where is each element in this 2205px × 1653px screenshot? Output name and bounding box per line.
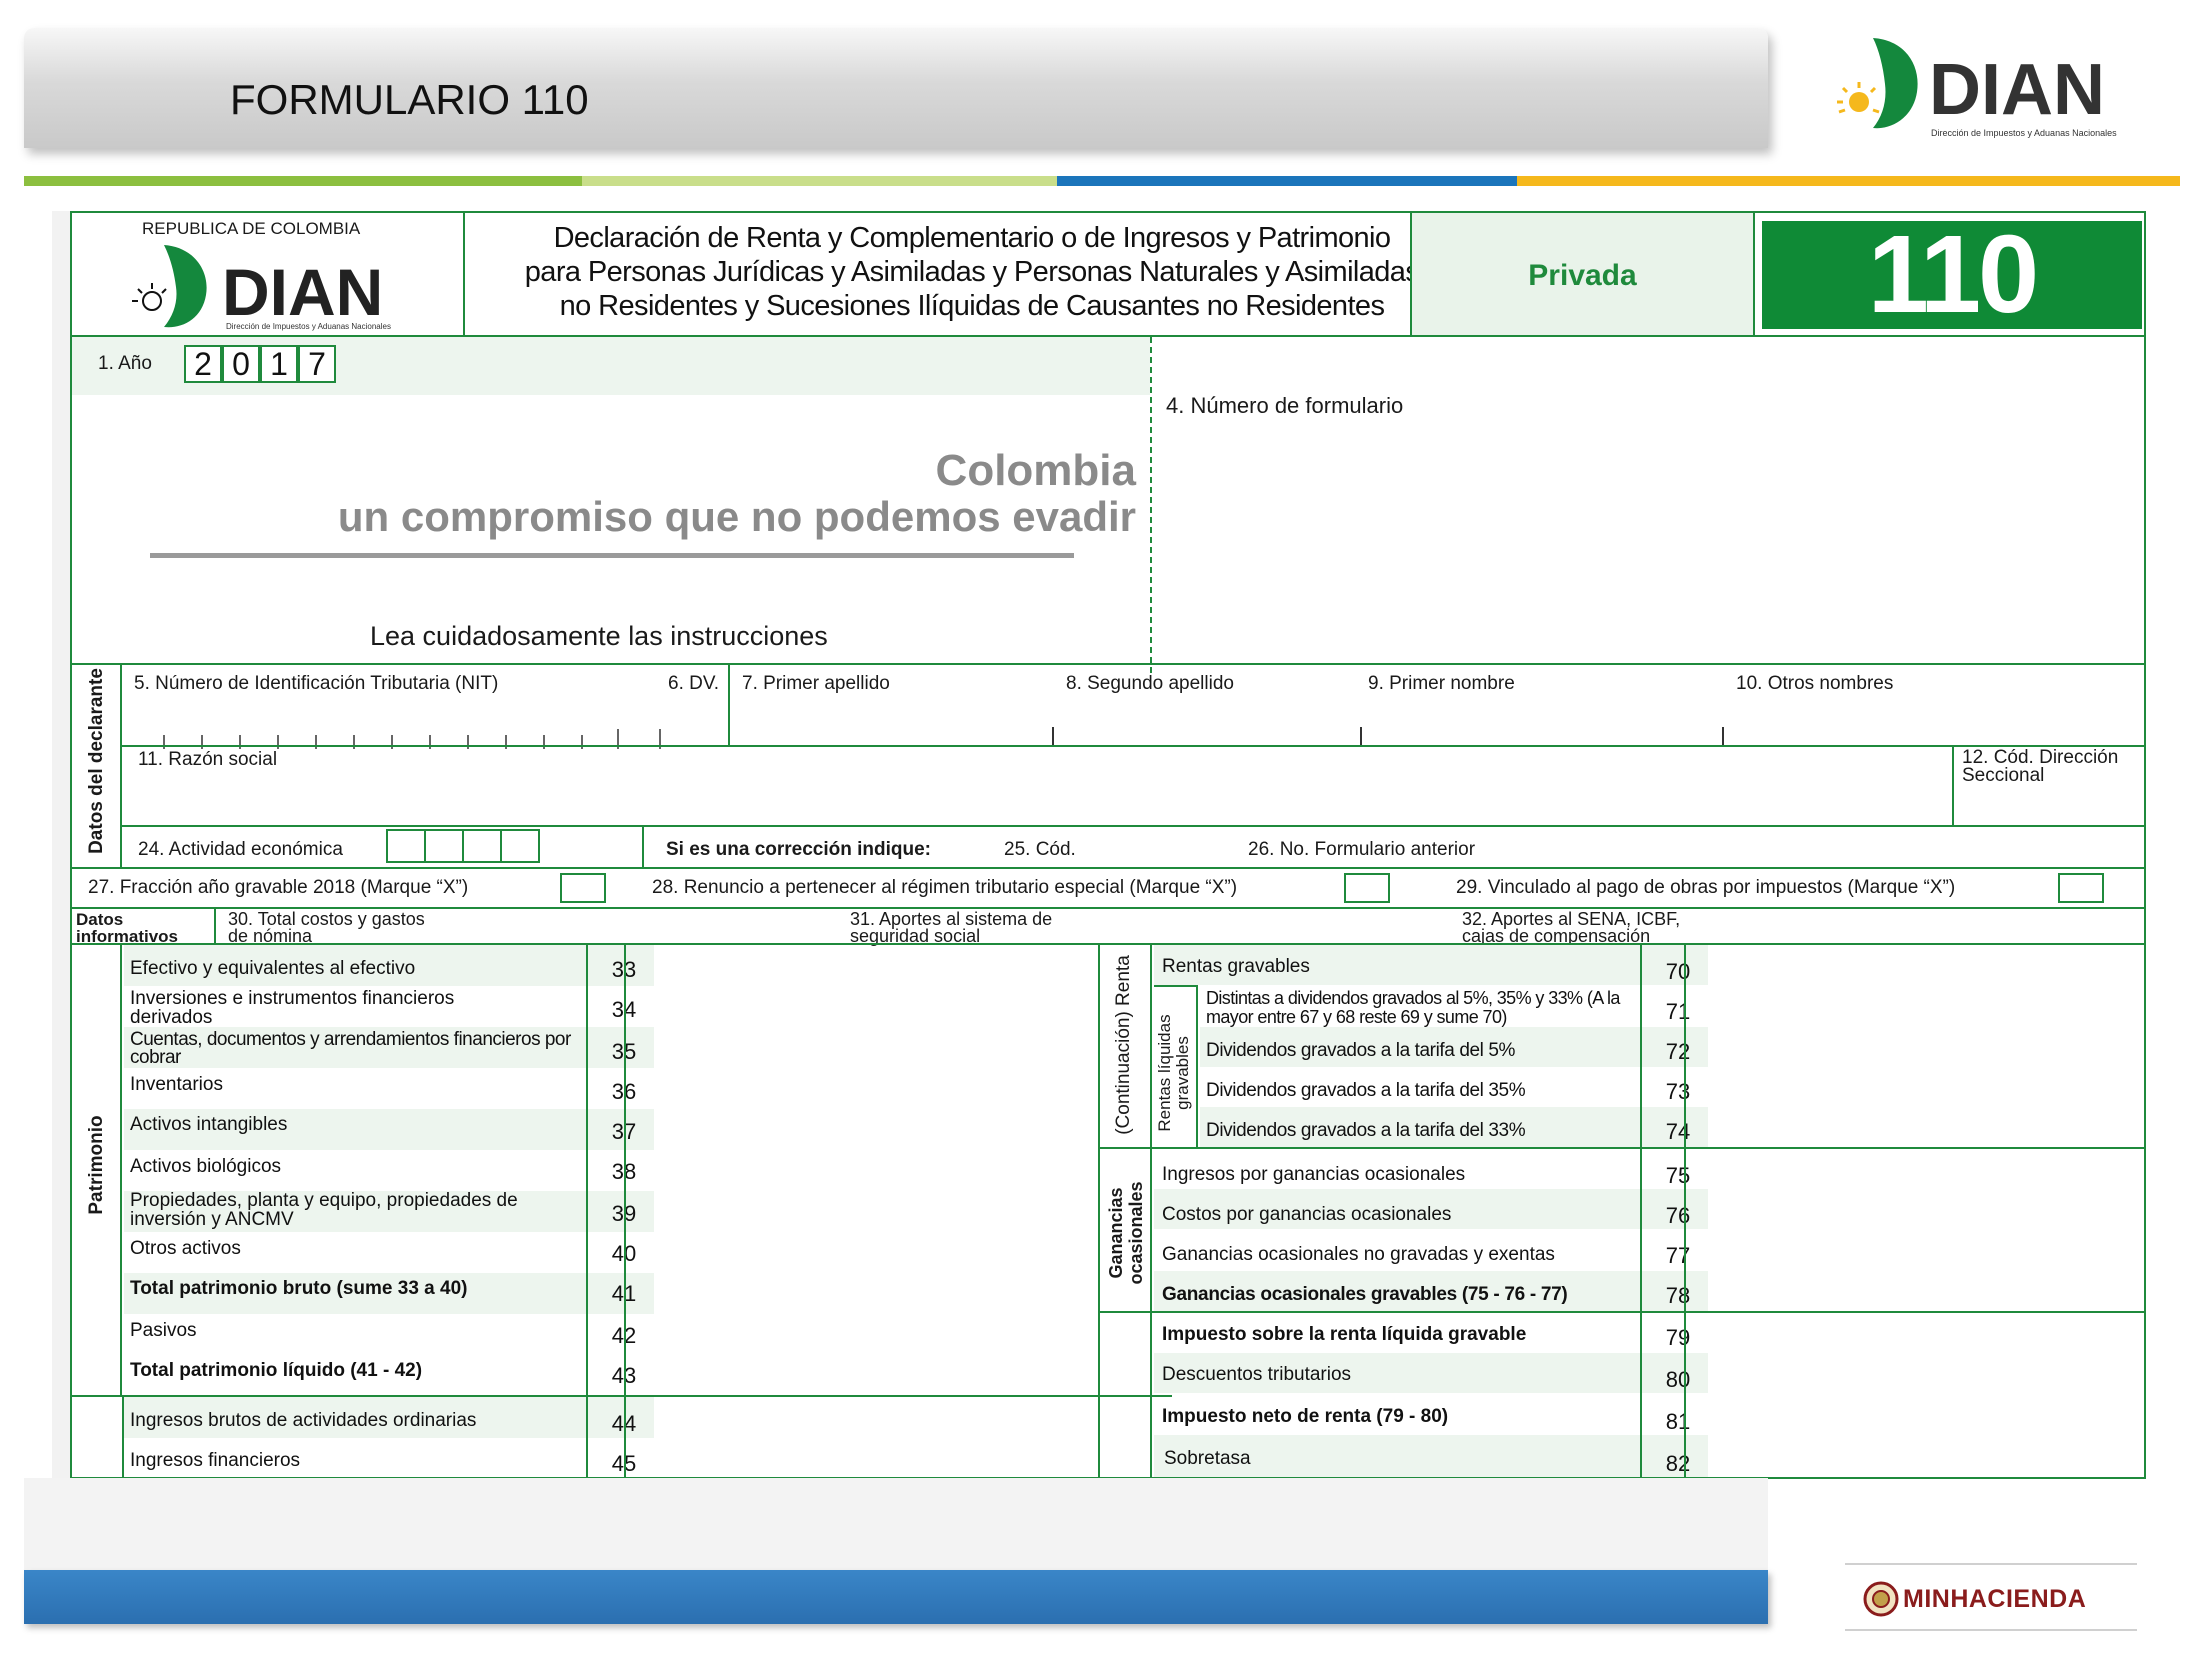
footer-bar <box>24 1570 1768 1624</box>
ingresos-row-label: Ingresos brutos de actividades ordinaria… <box>130 1410 477 1431</box>
form-number-label: 4. Número de formulario <box>1166 393 1404 418</box>
form-number-field[interactable] <box>1154 423 2144 671</box>
footer-panel <box>24 1478 1768 1570</box>
minhacienda-label: MINHACIENDA <box>1903 1585 2087 1613</box>
otros-nombres-label: 10. Otros nombres <box>1736 673 1894 694</box>
svg-text:Dirección de Impuestos y Aduan: Dirección de Impuestos y Aduanas Naciona… <box>1931 128 2117 138</box>
patrimonio-row-label: Total patrimonio bruto (sume 33 a 40) <box>130 1278 468 1299</box>
ganancias-row-label: Ganancias ocasionales gravables (75 - 76… <box>1162 1284 1568 1305</box>
privada-box: Privada <box>1410 213 1755 335</box>
name-field-ticks <box>1722 727 1724 745</box>
privada-label: Privada <box>1528 259 1637 292</box>
renta-section-label: (Continuación) Renta <box>1113 955 1134 1135</box>
rentas-liquidas-section: Rentas líquidas gravables <box>1154 985 1198 1147</box>
patrimonio-row-label: Activos biológicos <box>130 1156 282 1177</box>
patrimonio-table: Efectivo y equivalentes al efectivo 33 I… <box>72 213 1172 1477</box>
patrimonio-row-label: Inventarios <box>130 1074 223 1095</box>
ganancias-section-label: Ganancias ocasionales <box>1106 1181 1146 1285</box>
renta-section: (Continuación) Renta <box>1100 945 1152 1147</box>
renta-row-label: Dividendos gravados a la tarifa del 5% <box>1206 1040 1516 1061</box>
primer-nombre-label: 9. Primer nombre <box>1368 673 1515 694</box>
ganancias-row-label: Ganancias ocasionales no gravadas y exen… <box>1162 1244 1555 1265</box>
rentas-liquidas-section-label: Rentas líquidas gravables <box>1155 1014 1192 1132</box>
minhacienda-logo: MINHACIENDA <box>1845 1563 2137 1631</box>
form-anterior-field[interactable] <box>1532 829 2142 865</box>
color-stripe-4 <box>1517 176 2180 186</box>
divider <box>624 945 626 1477</box>
divider <box>122 1397 124 1477</box>
divider <box>1952 745 1954 825</box>
patrimonio-value-column[interactable] <box>628 945 1168 1477</box>
formulario-110: REPUBLICA DE COLOMBIA DIAN Dirección de … <box>70 211 2146 1479</box>
ingresos-row-label: Ingresos financieros <box>130 1450 301 1471</box>
patrimonio-row-label: Efectivo y equivalentes al efectivo <box>130 958 416 979</box>
patrimonio-row-label: Total patrimonio líquido (41 - 42) <box>130 1360 423 1381</box>
divider <box>1150 1313 1152 1477</box>
ganancias-row-label: Costos por ganancias ocasionales <box>1162 1204 1452 1225</box>
patrimonio-row-label: Propiedades, planta y equipo, propiedade… <box>130 1190 518 1230</box>
coat-of-arms-icon <box>1863 1581 1899 1617</box>
patrimonio-row-label: Otros activos <box>130 1238 241 1259</box>
form-anterior-label: 26. No. Formulario anterior <box>1248 839 1476 860</box>
slide-title: FORMULARIO 110 <box>230 76 589 123</box>
aportes-sena-label: 32. Aportes al SENA, ICBF, cajas de comp… <box>1462 909 1681 946</box>
divider <box>1684 945 1686 1477</box>
impuesto-row-label: Descuentos tributarios <box>1162 1364 1352 1385</box>
renta-value-column[interactable] <box>1688 945 2144 1477</box>
patrimonio-row-label: Cuentas, documentos y arrendamientos fin… <box>130 1029 571 1068</box>
ganancias-section: Ganancias ocasionales <box>1100 1149 1152 1311</box>
dian-logo-icon: DIAN Dirección de Impuestos y Aduanas Na… <box>1837 38 2117 138</box>
dian-logo-top: DIAN Dirección de Impuestos y Aduanas Na… <box>1825 30 2145 145</box>
cod-direccion-label: 12. Cód. Dirección Seccional <box>1962 747 2119 786</box>
renta-row-label: Distintas a dividendos gravados al 5%, 3… <box>1206 988 1620 1027</box>
renta-row-label: Dividendos gravados a la tarifa del 35% <box>1206 1080 1526 1101</box>
vinculado-checkbox[interactable] <box>2058 873 2104 903</box>
name-field-ticks <box>1360 727 1362 745</box>
renta-row-label: Dividendos gravados a la tarifa del 33% <box>1206 1120 1526 1141</box>
form-number-badge: 110 <box>1762 220 2142 330</box>
impuesto-row-label: Sobretasa <box>1164 1448 1251 1469</box>
renta-row-label: Rentas gravables <box>1162 956 1310 977</box>
ganancias-row-label: Ingresos por ganancias ocasionales <box>1162 1164 1466 1185</box>
impuesto-row-label: Impuesto neto de renta (79 - 80) <box>1162 1406 1449 1427</box>
form-left-shade <box>52 211 70 1479</box>
patrimonio-row-label: Activos intangibles <box>130 1114 288 1135</box>
svg-text:DIAN: DIAN <box>1929 50 2105 130</box>
impuesto-row-label: Impuesto sobre la renta líquida gravable <box>1162 1324 1527 1345</box>
renuncio-checkbox[interactable] <box>1344 873 1390 903</box>
color-stripe-1 <box>24 176 582 186</box>
vinculado-label: 29. Vinculado al pago de obras por impue… <box>1456 877 1956 898</box>
patrimonio-row-label: Inversiones e instrumentos financieros d… <box>130 988 455 1028</box>
color-stripe-3 <box>1057 176 1517 186</box>
patrimonio-row-label: Pasivos <box>130 1320 197 1341</box>
divider <box>586 945 588 1477</box>
divider <box>1640 945 1642 1477</box>
color-stripe-2 <box>582 176 1057 186</box>
